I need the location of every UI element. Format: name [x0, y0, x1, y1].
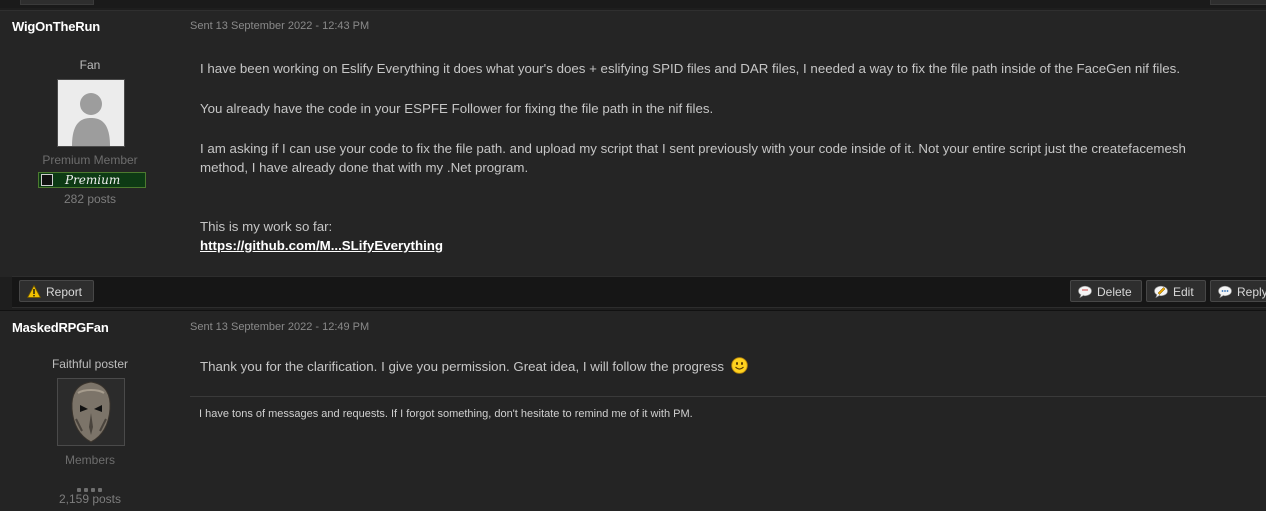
reply-bubble-icon	[1218, 285, 1232, 298]
reply-button[interactable]: Reply	[1210, 280, 1266, 302]
signature-divider	[190, 396, 1266, 397]
post-count[interactable]: 282 posts	[0, 192, 180, 206]
edit-label: Edit	[1173, 285, 1194, 299]
post-action-bar: Report Delete Edit Reply	[12, 276, 1266, 308]
pencil-bubble-icon	[1154, 285, 1168, 298]
top-strip	[0, 0, 1266, 8]
rank-pips	[76, 479, 106, 492]
post-header: WigOnTheRun Sent 13 September 2022 - 12:…	[0, 11, 1266, 43]
paragraph: You already have the code in your ESPFE …	[200, 101, 714, 116]
signature: I have tons of messages and requests. If…	[199, 408, 693, 420]
author-sidebar: Faithful poster Members 2,159 posts	[0, 311, 180, 511]
post-header: MaskedRPGFan Sent 13 September 2022 - 12…	[0, 311, 1266, 343]
reply-label: Reply	[1237, 285, 1266, 299]
message-post-1: WigOnTheRun Sent 13 September 2022 - 12:…	[0, 10, 1266, 277]
top-tab-left[interactable]	[20, 0, 94, 5]
member-rank: Fan	[79, 58, 101, 72]
badge-pin-icon	[41, 174, 53, 186]
dragon-priest-mask-avatar-icon	[58, 379, 124, 445]
avatar[interactable]	[57, 79, 125, 147]
member-group: Members	[64, 453, 115, 467]
report-label: Report	[46, 285, 83, 299]
post-count[interactable]: 2,159 posts	[0, 492, 180, 506]
message-text: Thank you for the clarification. I give …	[200, 359, 724, 374]
edit-button[interactable]: Edit	[1146, 280, 1206, 302]
member-group: Premium Member	[42, 153, 138, 167]
author-sidebar: Fan Premium Member Premium 282 posts	[0, 11, 180, 277]
paragraph: I am asking if I can use your code to fi…	[200, 141, 1186, 175]
warning-icon	[27, 285, 41, 298]
post-body: Thank you for the clarification. I give …	[200, 357, 748, 376]
badge-label: Premium	[65, 173, 121, 187]
premium-badge: Premium	[38, 172, 146, 188]
post-body: I have been working on Eslify Everything…	[200, 59, 1260, 255]
default-avatar-icon	[58, 80, 124, 146]
avatar[interactable]	[57, 378, 125, 446]
smiley-icon	[730, 357, 748, 374]
delete-label: Delete	[1097, 285, 1132, 299]
member-rank: Faithful poster	[51, 357, 129, 371]
report-button[interactable]: Report	[19, 280, 94, 302]
top-tab-right[interactable]	[1210, 0, 1266, 5]
message-post-2: MaskedRPGFan Sent 13 September 2022 - 12…	[0, 310, 1266, 511]
github-link[interactable]: https://github.com/M...SLifyEverything	[200, 238, 443, 253]
speech-bubble-icon	[1078, 285, 1092, 298]
delete-button[interactable]: Delete	[1070, 280, 1142, 302]
sent-date: Sent 13 September 2022 - 12:43 PM	[190, 20, 370, 32]
paragraph: I have been working on Eslify Everything…	[200, 61, 1181, 76]
paragraph: This is my work so far:	[200, 219, 333, 234]
sent-date: Sent 13 September 2022 - 12:49 PM	[190, 321, 370, 333]
